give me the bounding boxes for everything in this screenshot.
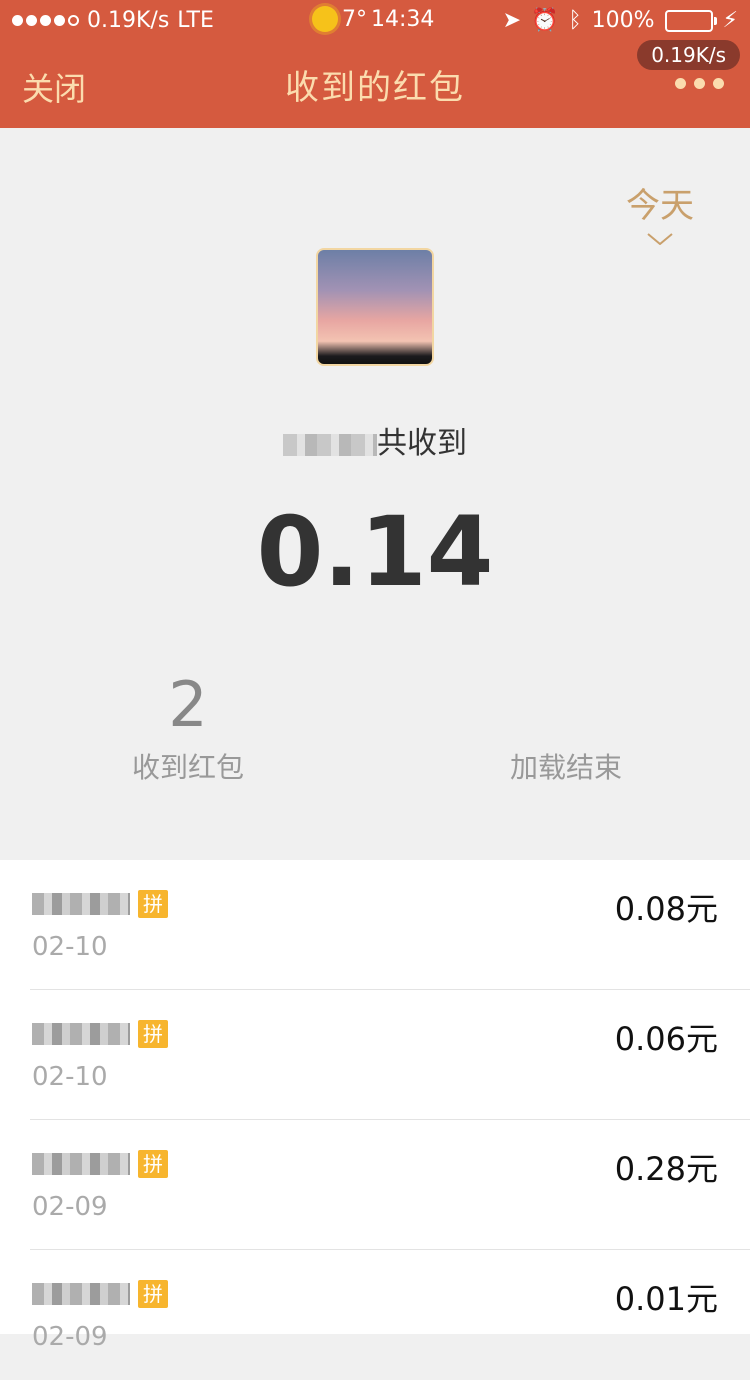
header: 0.19K/s LTE 7° 14:34 ➤ ⏰ ᛒ 100% ⚡ 0.19K/… bbox=[0, 0, 750, 128]
item-amount: 0.01元 bbox=[614, 1280, 718, 1318]
received-summary: 共收到 bbox=[0, 418, 750, 462]
sender: 拼 bbox=[32, 1280, 168, 1308]
list-item[interactable]: 拼 02-09 0.28元 bbox=[0, 1120, 750, 1250]
avatar bbox=[316, 248, 434, 366]
location-icon: ➤ bbox=[502, 8, 522, 33]
more-dot-icon bbox=[713, 78, 724, 89]
list-item[interactable]: 拼 02-10 0.06元 bbox=[0, 990, 750, 1120]
year-filter-label: 今天 bbox=[626, 186, 694, 226]
group-tag: 拼 bbox=[138, 1020, 168, 1048]
blurred-sender-name bbox=[32, 1023, 130, 1045]
received-count-label: 收到红包 bbox=[131, 751, 244, 784]
load-status: 加载结束 bbox=[509, 751, 622, 784]
more-dot-icon bbox=[675, 78, 686, 89]
status-right: ➤ ⏰ ᛒ 100% ⚡ bbox=[503, 8, 738, 33]
blurred-sender-name bbox=[32, 1153, 130, 1175]
received-suffix: 共收到 bbox=[377, 426, 467, 461]
sender: 拼 bbox=[32, 1150, 168, 1178]
bluetooth-icon: ᛒ bbox=[568, 8, 582, 33]
item-amount: 0.06元 bbox=[614, 1020, 718, 1058]
more-menu-button[interactable] bbox=[675, 78, 724, 89]
group-tag: 拼 bbox=[138, 1280, 168, 1308]
battery-icon bbox=[664, 9, 717, 32]
charging-icon: ⚡ bbox=[722, 8, 738, 33]
more-dot-icon bbox=[694, 78, 705, 89]
item-date: 02-10 bbox=[32, 932, 108, 962]
page-title: 收到的红包 bbox=[285, 68, 465, 108]
item-date: 02-10 bbox=[32, 1062, 108, 1092]
group-tag: 拼 bbox=[138, 890, 168, 918]
year-filter[interactable]: 今天 bbox=[626, 178, 694, 245]
network-type: LTE bbox=[177, 8, 214, 33]
signal-icon bbox=[12, 15, 79, 26]
item-date: 02-09 bbox=[32, 1322, 108, 1352]
total-amount: 0.14 bbox=[256, 496, 494, 608]
blurred-username bbox=[283, 433, 377, 456]
network-speed: 0.19K/s bbox=[87, 8, 170, 33]
sun-icon bbox=[312, 6, 338, 32]
list-item[interactable]: 拼 02-09 0.01元 bbox=[0, 1250, 750, 1380]
blurred-sender-name bbox=[32, 1283, 130, 1305]
group-tag: 拼 bbox=[138, 1150, 168, 1178]
item-amount: 0.08元 bbox=[614, 890, 718, 928]
item-date: 02-09 bbox=[32, 1192, 108, 1222]
weather-temp: 7° bbox=[342, 6, 367, 32]
item-amount: 0.28元 bbox=[614, 1150, 718, 1188]
status-left: 0.19K/s LTE bbox=[12, 8, 214, 33]
received-count: 2 bbox=[168, 668, 208, 741]
sender: 拼 bbox=[32, 1020, 168, 1048]
red-packet-list: 拼 02-10 0.08元 拼 02-10 0.06元 拼 02-09 0.28… bbox=[0, 860, 750, 1352]
alarm-icon: ⏰ bbox=[531, 8, 559, 33]
blurred-sender-name bbox=[32, 893, 130, 915]
battery-percent: 100% bbox=[591, 8, 655, 33]
clock: 14:34 bbox=[371, 6, 435, 32]
status-center: 7° 14:34 bbox=[312, 6, 434, 32]
list-item[interactable]: 拼 02-10 0.08元 bbox=[0, 860, 750, 990]
chevron-down-icon bbox=[647, 233, 673, 245]
status-bar: 0.19K/s LTE 7° 14:34 ➤ ⏰ ᛒ 100% ⚡ bbox=[0, 0, 750, 40]
summary-panel: 今天 共收到 0.14 2 收到红包 加载结束 bbox=[0, 128, 750, 860]
sender: 拼 bbox=[32, 890, 168, 918]
